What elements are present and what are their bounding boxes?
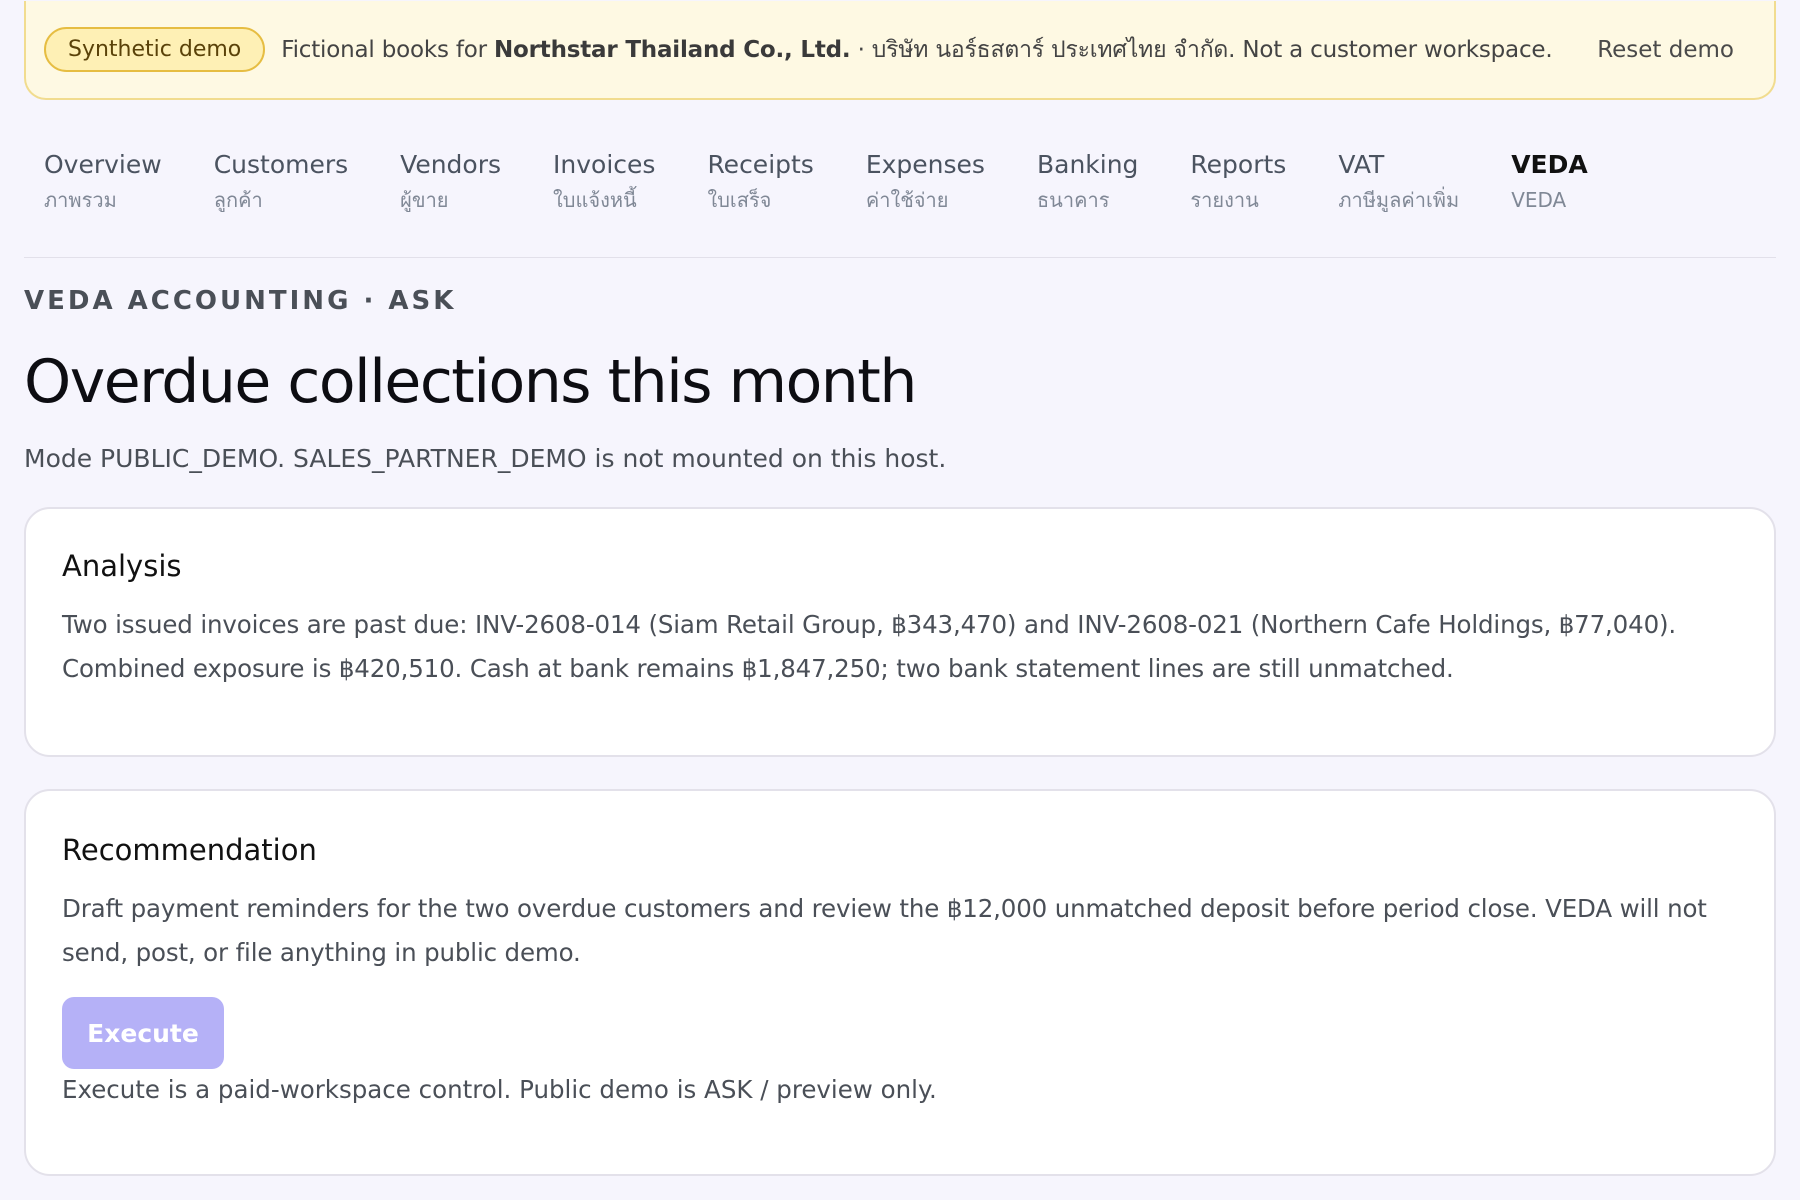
nav-tab-reports[interactable]: Reports รายงาน [1190, 150, 1286, 212]
recommendation-body: Draft payment reminders for the two over… [62, 894, 1707, 967]
nav-tab-vat[interactable]: VAT ภาษีมูลค่าเพิ่ม [1338, 150, 1459, 212]
nav-tab-thai-label: ใบเสร็จ [707, 188, 772, 212]
execute-note: Execute is a paid-workspace control. Pub… [62, 1075, 937, 1104]
nav-tab-overview[interactable]: Overview ภาพรวม [44, 150, 162, 212]
page: Synthetic demo Fictional books for North… [0, 1, 1800, 1200]
banner-text-prefix: Fictional books for [281, 36, 494, 63]
analysis-card: Analysis Two issued invoices are past du… [24, 507, 1776, 757]
nav-tab-thai-label: ค่าใช้จ่าย [865, 188, 949, 212]
synthetic-demo-badge: Synthetic demo [44, 27, 266, 72]
mode-status-text: Mode PUBLIC_DEMO. SALES_PARTNER_DEMO is … [24, 444, 947, 473]
main-nav: Overview ภาพรวม Customers ลูกค้า Vendors… [24, 100, 1776, 258]
nav-tab-veda[interactable]: VEDA VEDA [1511, 150, 1588, 212]
nav-tab-label: Overview [44, 150, 162, 179]
nav-tab-label: Receipts [707, 150, 814, 179]
nav-tab-invoices[interactable]: Invoices ใบแจ้งหนี้ [553, 150, 655, 212]
recommendation-card: Recommendation Draft payment reminders f… [24, 789, 1776, 1176]
page-eyebrow: VEDA ACCOUNTING · ASK [24, 286, 457, 316]
banner-message: Fictional books for Northstar Thailand C… [281, 32, 1552, 68]
nav-tab-thai-label: ภาพรวม [44, 188, 117, 212]
nav-tab-thai-label: ภาษีมูลค่าเพิ่ม [1338, 188, 1460, 212]
recommendation-title: Recommendation [62, 833, 317, 867]
nav-tab-customers[interactable]: Customers ลูกค้า [214, 150, 348, 212]
analysis-title: Analysis [62, 549, 182, 583]
banner-text-suffix: · บริษัท นอร์ธสตาร์ ประเทศไทย จำกัด. Not… [850, 36, 1553, 63]
nav-tab-thai-label: ธนาคาร [1036, 188, 1110, 212]
nav-tab-receipts[interactable]: Receipts ใบเสร็จ [707, 150, 813, 212]
nav-tab-thai-label: VEDA [1511, 188, 1567, 212]
nav-tab-expenses[interactable]: Expenses ค่าใช้จ่าย [866, 150, 985, 212]
reset-demo-link[interactable]: Reset demo [1597, 37, 1734, 63]
nav-tab-label: Invoices [553, 150, 656, 179]
banner-company-name: Northstar Thailand Co., Ltd. [494, 36, 851, 63]
nav-tab-label: Banking [1036, 150, 1139, 179]
nav-tab-label: Expenses [865, 150, 985, 179]
execute-button[interactable]: Execute [62, 997, 224, 1069]
nav-tab-thai-label: ใบแจ้งหนี้ [553, 188, 637, 212]
analysis-body: Two issued invoices are past due: INV-26… [62, 610, 1677, 683]
nav-tab-thai-label: รายงาน [1190, 188, 1259, 212]
nav-tab-label: VEDA [1511, 150, 1588, 179]
nav-tab-banking[interactable]: Banking ธนาคาร [1037, 150, 1138, 212]
nav-tab-thai-label: ผู้ขาย [400, 188, 449, 212]
nav-tab-thai-label: ลูกค้า [213, 188, 263, 212]
demo-banner: Synthetic demo Fictional books for North… [24, 1, 1776, 100]
nav-tab-label: Customers [213, 150, 349, 179]
nav-tab-label: VAT [1338, 150, 1385, 179]
page-title: Overdue collections this month [24, 347, 917, 417]
nav-tab-label: Vendors [400, 150, 502, 179]
nav-tab-label: Reports [1190, 150, 1287, 179]
nav-tab-vendors[interactable]: Vendors ผู้ขาย [400, 150, 501, 212]
